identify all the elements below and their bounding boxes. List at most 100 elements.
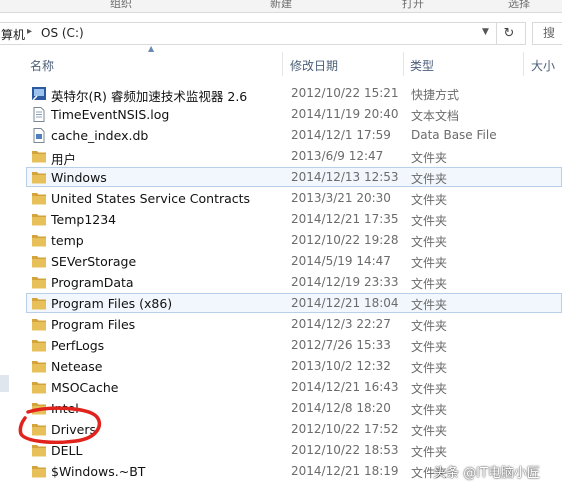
file-modified-date: 2014/5/19 14:47: [291, 254, 391, 268]
breadcrumb-separator-icon[interactable]: ▸: [27, 26, 32, 37]
file-type: 文件夹: [411, 361, 448, 375]
file-row[interactable]: 用户 2013/6/9 12:47 文件夹: [26, 146, 562, 167]
file-modified-date: 2014/12/19 23:33: [291, 275, 399, 289]
file-row[interactable]: SEVerStorage 2014/5/19 14:47 文件夹: [26, 251, 562, 271]
column-divider[interactable]: [523, 52, 524, 76]
file-type: Data Base File: [411, 128, 497, 142]
ribbon: 组织 新建 打开 选择: [0, 0, 562, 13]
file-type: 文件夹: [411, 424, 448, 438]
file-modified-date: 2013/10/2 12:32: [291, 359, 391, 373]
file-modified-date: 2012/10/22 19:28: [291, 233, 399, 247]
file-type: 文件夹: [411, 256, 448, 270]
file-modified-date: 2014/11/19 20:40: [291, 107, 399, 121]
ribbon-group-select[interactable]: 选择: [508, 0, 530, 11]
file-modified-date: 2014/12/3 22:27: [291, 317, 391, 331]
ribbon-group-organize[interactable]: 组织: [110, 0, 132, 11]
file-modified-date: 2014/12/21 18:19: [291, 464, 399, 478]
file-row[interactable]: DELL 2012/10/22 18:53 文件夹: [26, 440, 562, 460]
file-row[interactable]: United States Service Contracts 2013/3/21…: [26, 188, 562, 208]
file-row[interactable]: Netease 2013/10/2 12:32 文件夹: [26, 356, 562, 376]
file-modified-date: 2012/10/22 18:53: [291, 443, 399, 457]
column-name[interactable]: 名称: [30, 57, 54, 74]
file-modified-date: 2014/12/1 17:59: [291, 128, 391, 142]
ribbon-group-new[interactable]: 新建: [270, 0, 292, 11]
shortcut-icon: [31, 86, 47, 101]
text-file-icon: [31, 107, 47, 122]
file-name: PerfLogs: [51, 338, 105, 353]
folder-icon: [31, 443, 47, 458]
address-dropdown-icon[interactable]: ▼: [482, 27, 489, 37]
file-type: 文件夹: [411, 340, 448, 354]
folder-icon: [31, 317, 47, 332]
refresh-button[interactable]: ↻: [496, 23, 521, 44]
file-type: 文件夹: [411, 193, 448, 207]
breadcrumb-computer[interactable]: 算机: [1, 26, 25, 43]
file-row[interactable]: MSOCache 2014/12/21 16:43 文件夹: [26, 377, 562, 397]
file-name: cache_index.db: [51, 128, 149, 143]
file-row[interactable]: Temp1234 2014/12/21 17:35 文件夹: [26, 209, 562, 229]
file-name: Netease: [51, 359, 103, 374]
file-row[interactable]: TimeEventNSIS.log 2014/11/19 20:40 文本文档: [26, 104, 562, 124]
watermark: 头条 @IT电脑小匠: [433, 466, 540, 481]
folder-icon: [31, 338, 47, 353]
column-type[interactable]: 类型: [410, 57, 434, 74]
file-name: $Windows.~BT: [51, 464, 146, 479]
file-row[interactable]: 英特尔(R) 睿频加速技术监视器 2.6 2012/10/22 15:21 快捷方式: [26, 83, 562, 104]
folder-icon: [31, 380, 47, 395]
nav-selection-marker: [0, 375, 9, 392]
file-modified-date: 2013/3/21 20:30: [291, 191, 391, 205]
address-bar[interactable]: 算机 ▸ OS (C:) ▼ ↻: [0, 22, 526, 45]
file-type: 文件夹: [411, 151, 448, 165]
file-modified-date: 2012/7/26 15:33: [291, 338, 391, 352]
column-date[interactable]: 修改日期: [290, 57, 338, 74]
ribbon-group-open[interactable]: 打开: [402, 0, 424, 11]
file-name: United States Service Contracts: [51, 191, 251, 206]
file-row[interactable]: temp 2012/10/22 19:28 文件夹: [26, 230, 562, 250]
file-name: Program Files: [51, 317, 136, 332]
file-name: temp: [51, 233, 84, 248]
navigation-pane[interactable]: [0, 52, 10, 489]
file-type: 文件夹: [411, 172, 448, 186]
file-modified-date: 2014/12/21 18:04: [291, 296, 399, 310]
file-name: TimeEventNSIS.log: [51, 107, 170, 122]
file-type: 文件夹: [411, 235, 448, 249]
file-row[interactable]: Program Files (x86) 2014/12/21 18:04 文件夹: [26, 293, 562, 313]
file-row[interactable]: PerfLogs 2012/7/26 15:33 文件夹: [26, 335, 562, 355]
breadcrumb-drive[interactable]: OS (C:): [41, 26, 84, 40]
column-divider[interactable]: [282, 52, 283, 76]
file-modified-date: 2014/12/21 16:43: [291, 380, 399, 394]
refresh-icon: ↻: [503, 26, 515, 41]
file-row[interactable]: cache_index.db 2014/12/1 17:59 Data Base F…: [26, 125, 562, 145]
file-row[interactable]: Intel 2014/12/8 18:20 文件夹: [26, 398, 562, 418]
file-modified-date: 2014/12/8 18:20: [291, 401, 391, 415]
file-type: 文件夹: [411, 298, 448, 312]
file-name: Temp1234: [51, 212, 117, 227]
file-row[interactable]: ProgramData 2014/12/19 23:33 文件夹: [26, 272, 562, 292]
search-input[interactable]: 搜: [532, 22, 562, 45]
folder-icon: [31, 170, 47, 185]
column-header: 名称 修改日期 类型 大小: [26, 52, 562, 76]
folder-icon: [31, 254, 47, 269]
file-name: ProgramData: [51, 275, 134, 290]
red-highlight-annotation: [18, 406, 102, 444]
file-type: 文件夹: [411, 319, 448, 333]
folder-icon: [31, 149, 47, 164]
column-divider[interactable]: [403, 52, 404, 76]
file-type: 文件夹: [411, 214, 448, 228]
file-name: SEVerStorage: [51, 254, 137, 269]
database-file-icon: [31, 128, 47, 143]
file-row[interactable]: Windows 2014/12/13 12:53 文件夹: [26, 167, 562, 187]
file-type: 文件夹: [411, 445, 448, 459]
file-row[interactable]: Drivers 2012/10/22 17:52 文件夹: [26, 419, 562, 439]
file-name: Windows: [51, 170, 107, 185]
file-modified-date: 2014/12/13 12:53: [291, 170, 399, 184]
column-size[interactable]: 大小: [531, 57, 555, 74]
file-modified-date: 2012/10/22 17:52: [291, 422, 399, 436]
file-name: Program Files (x86): [51, 296, 173, 311]
folder-icon: [31, 275, 47, 290]
folder-icon: [31, 191, 47, 206]
folder-icon: [31, 464, 47, 479]
file-type: 文件夹: [411, 382, 448, 396]
file-row[interactable]: Program Files 2014/12/3 22:27 文件夹: [26, 314, 562, 334]
file-type: 文本文档: [411, 109, 460, 123]
